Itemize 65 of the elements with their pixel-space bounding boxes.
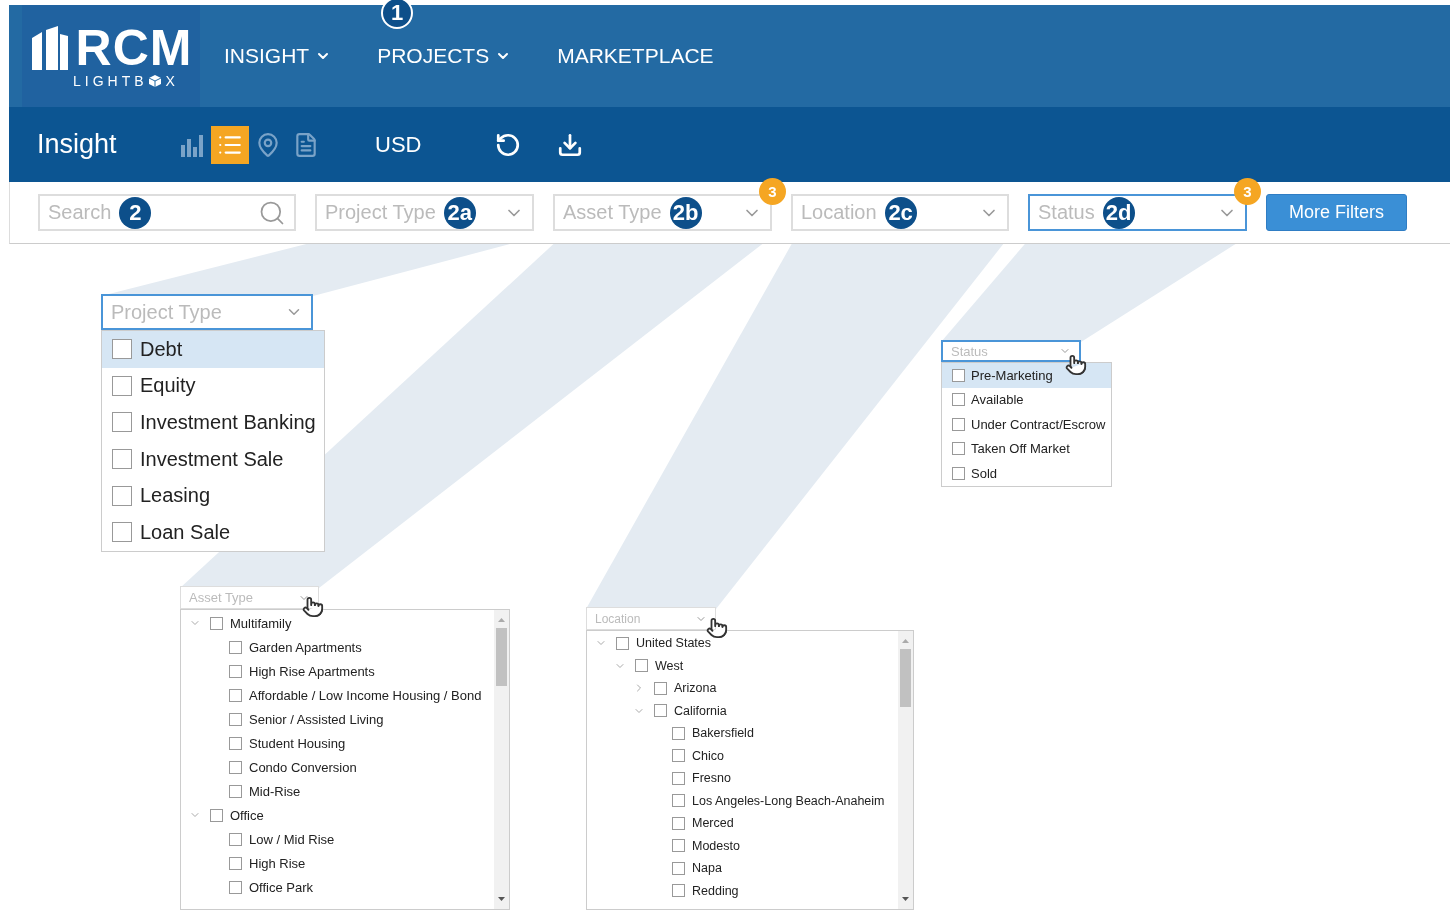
step-number-badge: 2b [669,196,702,229]
checkbox[interactable] [654,704,667,718]
step-number-badge: 2d [1102,196,1135,229]
checkbox[interactable] [672,726,685,740]
checkbox[interactable] [229,736,242,750]
select-field[interactable]: Location 2c [791,194,1009,231]
step-number-badge: 2 [119,196,152,229]
checkbox[interactable] [229,784,242,798]
checkbox[interactable] [672,749,685,763]
view-toggle-button[interactable] [211,125,249,164]
checkbox[interactable] [229,832,242,846]
checkbox[interactable] [229,856,242,870]
dropdown-option[interactable]: Pre-Marketing [942,363,1111,388]
step-number-badge: 1 [381,0,414,29]
scrollbar[interactable] [898,631,913,909]
checkbox[interactable] [672,839,685,853]
checkbox[interactable] [952,393,965,407]
search-field[interactable]: Search 2 [38,194,296,231]
logo-mark-icon [29,26,70,70]
checkbox[interactable] [112,339,132,360]
currency-selector[interactable]: USD [375,131,422,158]
cube-icon [147,74,162,88]
checkbox[interactable] [112,522,132,543]
checkbox[interactable] [210,808,223,822]
checkbox[interactable] [952,368,965,382]
nav-menu-item[interactable]: MARKETPLACE [557,44,714,68]
select-field[interactable]: Project Type 2a [315,194,534,231]
checkbox[interactable] [672,861,685,875]
checkbox[interactable] [672,794,685,808]
checkbox[interactable] [229,664,242,678]
checkbox[interactable] [112,412,132,433]
checkbox[interactable] [952,466,965,480]
checkbox[interactable] [112,449,132,470]
checkbox[interactable] [229,640,242,654]
logo-subtext: X [165,73,179,89]
bar-chart-icon [179,132,205,157]
checkbox[interactable] [672,884,685,898]
reset-button[interactable] [495,131,522,158]
checkbox[interactable] [672,816,685,830]
checkbox[interactable] [952,417,965,431]
checkbox[interactable] [229,760,242,774]
checkbox[interactable] [229,688,242,702]
dropdown-option[interactable]: Debt [102,331,324,368]
step-number-badge: 2a [443,196,476,229]
checkbox[interactable] [210,616,223,630]
nav-menu-item[interactable]: INSIGHT [224,44,332,68]
checkbox[interactable] [672,771,685,785]
scrollbar-thumb[interactable] [496,628,507,686]
page-title: Insight [37,129,118,160]
checkbox[interactable] [112,485,132,506]
checkbox[interactable] [112,375,132,396]
checkbox[interactable] [229,880,242,894]
step-number-badge: 2c [884,196,917,229]
logo-subtext: LIGHTB [73,73,148,89]
scrollbar-thumb[interactable] [900,649,911,707]
checkbox[interactable] [616,636,629,650]
scrollbar[interactable] [494,610,509,909]
logo-text: RCM [75,23,193,73]
map-pin-icon [255,131,281,158]
checkbox[interactable] [654,681,667,695]
document-icon [293,131,319,158]
checkbox[interactable] [635,659,648,673]
checkbox[interactable] [229,712,242,726]
checkbox[interactable] [952,442,965,456]
download-button[interactable] [557,131,584,158]
